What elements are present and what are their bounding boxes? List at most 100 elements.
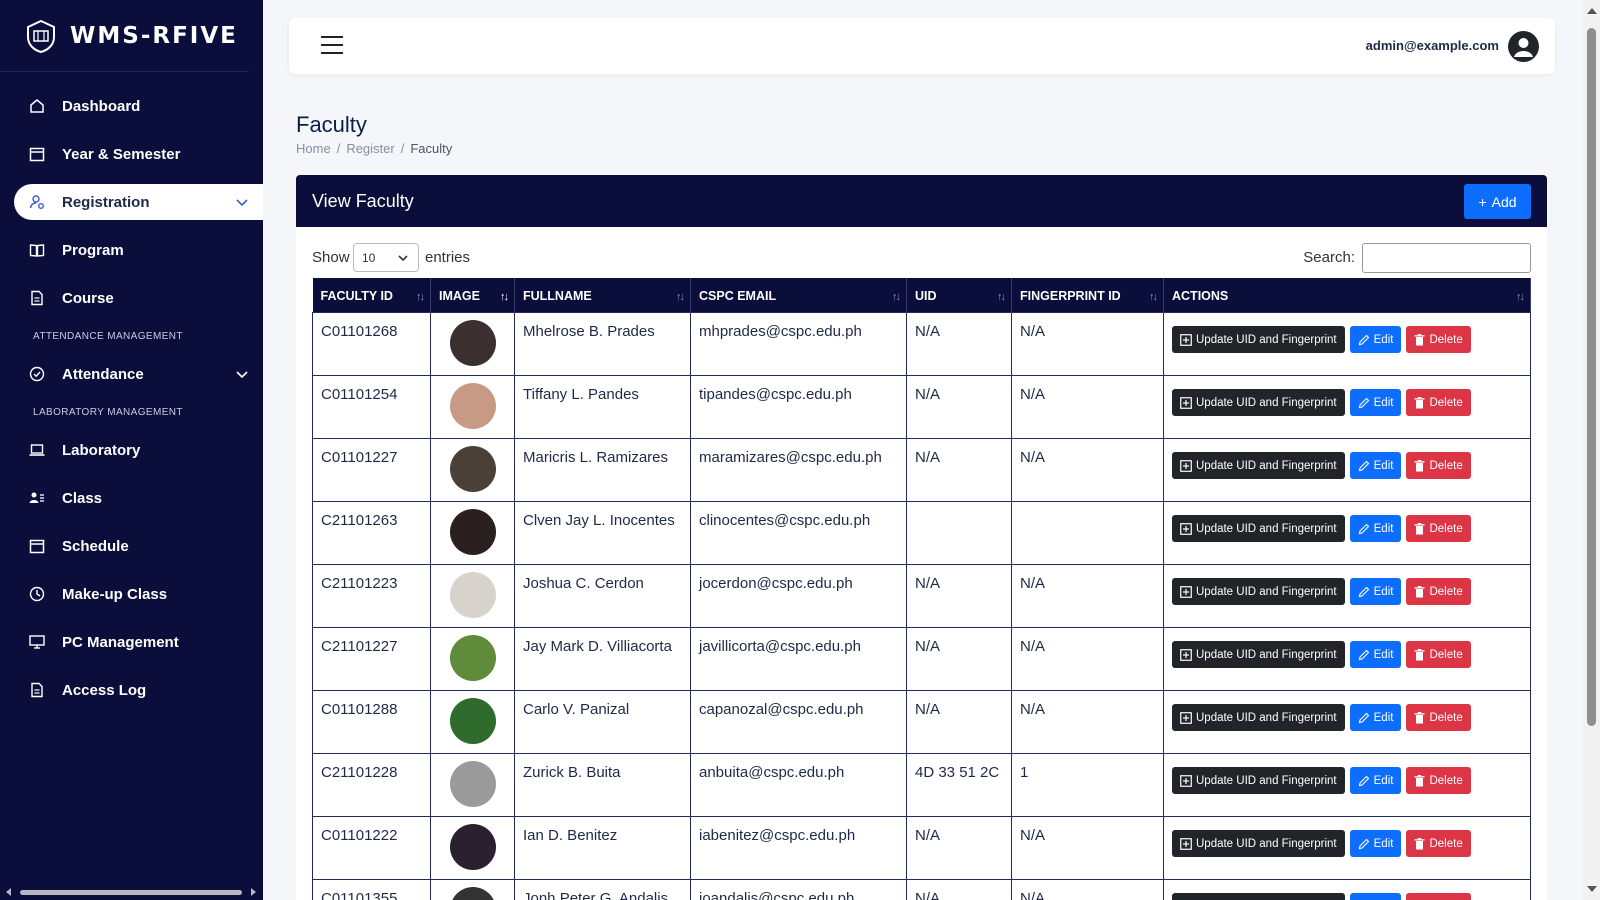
- column-header-fingerprint-id[interactable]: FINGERPRINT ID ↑↓: [1011, 278, 1164, 313]
- column-header-image[interactable]: IMAGE ↑↓: [430, 278, 515, 313]
- update-uid-fingerprint-button[interactable]: Update UID and Fingerprint: [1172, 326, 1345, 353]
- fingerprint-id-cell: N/A: [1011, 312, 1164, 376]
- update-uid-fingerprint-button[interactable]: Update UID and Fingerprint: [1172, 578, 1345, 605]
- sidebar-item-course[interactable]: Course: [0, 274, 263, 322]
- image-cell: [430, 690, 515, 754]
- scroll-right-arrow-icon[interactable]: [251, 888, 256, 896]
- chevron-down-icon: [236, 371, 248, 379]
- brand[interactable]: WMS-RFIVE: [0, 0, 249, 72]
- delete-button-label: Delete: [1429, 837, 1463, 850]
- sidebar-item-makeup-class[interactable]: Make-up Class: [0, 570, 263, 618]
- sidebar-item-laboratory[interactable]: Laboratory: [0, 426, 263, 474]
- image-cell: [430, 627, 515, 691]
- update-uid-fingerprint-button[interactable]: Update UID and Fingerprint: [1172, 893, 1345, 900]
- update-uid-fingerprint-button[interactable]: Update UID and Fingerprint: [1172, 767, 1345, 794]
- delete-button[interactable]: Delete: [1406, 389, 1471, 416]
- column-header-fullname[interactable]: FULLNAME ↑↓: [514, 278, 691, 313]
- uid-cell: N/A: [906, 312, 1012, 376]
- breadcrumb-register[interactable]: Register: [346, 141, 394, 156]
- delete-button[interactable]: Delete: [1406, 641, 1471, 668]
- sidebar-item-class[interactable]: Class: [0, 474, 263, 522]
- sidebar-nav: Dashboard Year & Semester Registration P…: [0, 82, 263, 714]
- plus-icon: +: [1478, 193, 1487, 210]
- delete-button[interactable]: Delete: [1406, 515, 1471, 542]
- users-icon: [28, 489, 46, 507]
- fingerprint-id-cell: N/A: [1011, 375, 1164, 439]
- scroll-up-arrow-icon[interactable]: [1587, 8, 1597, 14]
- edit-button[interactable]: Edit: [1349, 326, 1402, 353]
- column-header-cspc-email[interactable]: CSPC EMAIL ↑↓: [690, 278, 907, 313]
- scrollbar-thumb[interactable]: [1587, 28, 1596, 726]
- table-row: C21101227 Jay Mark D. Villiacorta javillic…: [312, 627, 1531, 691]
- column-header-uid[interactable]: UID ↑↓: [906, 278, 1012, 313]
- fingerprint-id-cell: N/A: [1011, 690, 1164, 754]
- scrollbar-thumb[interactable]: [20, 890, 242, 895]
- update-uid-fingerprint-button[interactable]: Update UID and Fingerprint: [1172, 830, 1345, 857]
- actions-cell: Update UID and Fingerprint Edit Delete: [1163, 627, 1531, 691]
- delete-button-label: Delete: [1429, 459, 1463, 472]
- sidebar-item-registration[interactable]: Registration: [14, 184, 263, 220]
- delete-button[interactable]: Delete: [1406, 830, 1471, 857]
- scroll-left-arrow-icon[interactable]: [6, 888, 11, 896]
- edit-button[interactable]: Edit: [1349, 767, 1402, 794]
- plus-square-icon: [1180, 522, 1192, 535]
- fingerprint-id-cell: N/A: [1011, 627, 1164, 691]
- update-uid-fingerprint-button[interactable]: Update UID and Fingerprint: [1172, 641, 1345, 668]
- edit-button[interactable]: Edit: [1349, 893, 1402, 900]
- menu-toggle-icon[interactable]: [321, 36, 343, 54]
- actions-cell: Update UID and Fingerprint Edit Delete: [1163, 879, 1531, 900]
- user-email[interactable]: admin@example.com: [1366, 38, 1499, 53]
- sidebar-item-schedule[interactable]: Schedule: [0, 522, 263, 570]
- sort-icon: ↑↓: [676, 291, 685, 303]
- column-header-label: FINGERPRINT ID: [1020, 288, 1121, 303]
- delete-button[interactable]: Delete: [1406, 893, 1471, 900]
- plus-square-icon: [1180, 711, 1192, 724]
- edit-button[interactable]: Edit: [1349, 578, 1402, 605]
- sidebar-item-pc-management[interactable]: PC Management: [0, 618, 263, 666]
- image-cell: [430, 375, 515, 439]
- scroll-down-arrow-icon[interactable]: [1587, 886, 1597, 892]
- delete-button[interactable]: Delete: [1406, 452, 1471, 479]
- user-avatar-icon[interactable]: [1508, 31, 1539, 62]
- delete-button[interactable]: Delete: [1406, 326, 1471, 353]
- edit-button[interactable]: Edit: [1349, 704, 1402, 731]
- edit-button[interactable]: Edit: [1349, 830, 1402, 857]
- page-vertical-scrollbar[interactable]: [1583, 0, 1600, 900]
- edit-button[interactable]: Edit: [1349, 452, 1402, 479]
- entries-select[interactable]: 10: [353, 243, 419, 272]
- delete-button[interactable]: Delete: [1406, 767, 1471, 794]
- sidebar-item-year-semester[interactable]: Year & Semester: [0, 130, 263, 178]
- column-header-label: FACULTY ID: [320, 288, 393, 303]
- update-uid-fingerprint-button[interactable]: Update UID and Fingerprint: [1172, 704, 1345, 731]
- image-cell: [430, 753, 515, 817]
- column-header-label: CSPC EMAIL: [699, 288, 777, 303]
- sidebar-item-label: Registration: [62, 193, 150, 211]
- table-header-row: FACULTY ID ↑↓ IMAGE ↑↓ FULLNAME ↑↓ CSPC EMA…: [312, 278, 1531, 313]
- add-button[interactable]: + Add: [1464, 184, 1531, 219]
- faculty-photo: [449, 446, 496, 492]
- delete-button[interactable]: Delete: [1406, 578, 1471, 605]
- edit-button[interactable]: Edit: [1349, 515, 1402, 542]
- sidebar-item-attendance[interactable]: Attendance: [0, 350, 263, 398]
- column-header-actions[interactable]: ACTIONS ↑↓: [1163, 278, 1531, 313]
- sidebar-item-dashboard[interactable]: Dashboard: [0, 82, 263, 130]
- edit-button[interactable]: Edit: [1349, 389, 1402, 416]
- edit-button[interactable]: Edit: [1349, 641, 1402, 668]
- fullname-cell: Maricris L. Ramizares: [514, 438, 691, 502]
- delete-button[interactable]: Delete: [1406, 704, 1471, 731]
- shield-logo-icon: [27, 19, 55, 53]
- breadcrumb-home[interactable]: Home: [296, 141, 331, 156]
- update-uid-fingerprint-button[interactable]: Update UID and Fingerprint: [1172, 515, 1345, 542]
- search-input[interactable]: [1362, 243, 1531, 273]
- actions-cell: Update UID and Fingerprint Edit Delete: [1163, 564, 1531, 628]
- sidebar-item-program[interactable]: Program: [0, 226, 263, 274]
- breadcrumb: Home / Register / Faculty: [296, 141, 452, 156]
- update-uid-fingerprint-button[interactable]: Update UID and Fingerprint: [1172, 452, 1345, 479]
- sidebar-horizontal-scrollbar[interactable]: [6, 888, 256, 896]
- column-header-faculty-id[interactable]: FACULTY ID ↑↓: [312, 278, 431, 313]
- check-circle-icon: [28, 365, 46, 383]
- sidebar-item-access-log[interactable]: Access Log: [0, 666, 263, 714]
- update-uid-fingerprint-button[interactable]: Update UID and Fingerprint: [1172, 389, 1345, 416]
- fullname-cell: Joshua C. Cerdon: [514, 564, 691, 628]
- fingerprint-id-cell: N/A: [1011, 438, 1164, 502]
